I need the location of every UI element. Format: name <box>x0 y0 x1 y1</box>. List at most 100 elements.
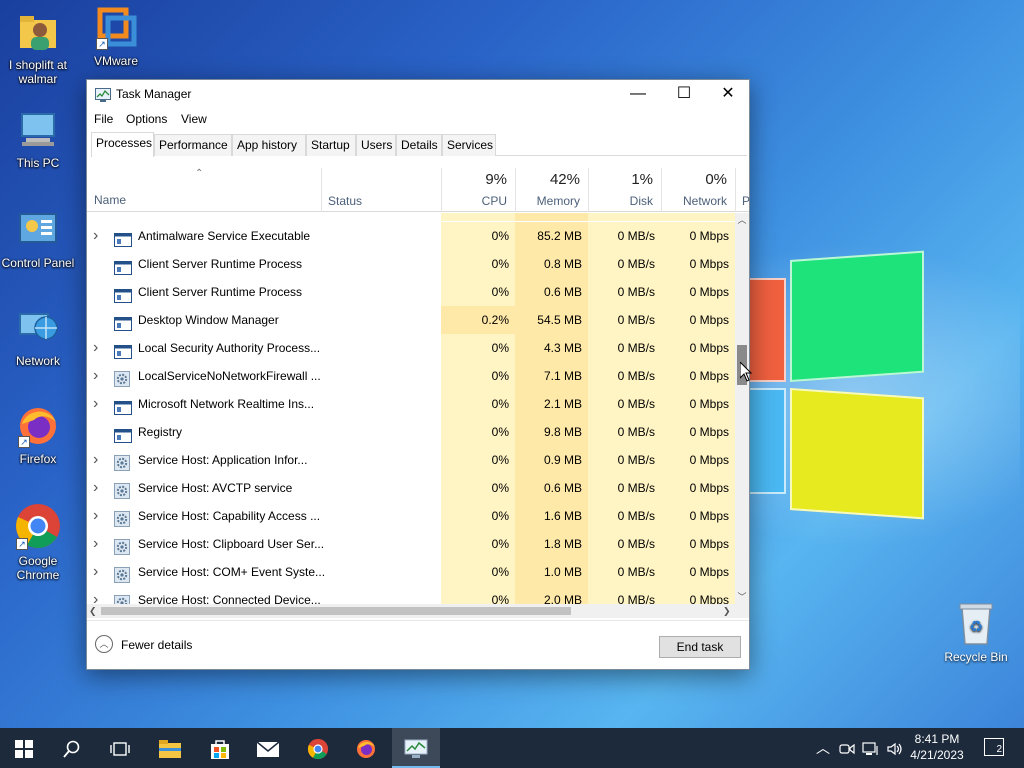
menu-options[interactable]: Options <box>126 112 167 126</box>
desktop-icon-chrome[interactable]: ↗ Google Chrome <box>0 502 76 582</box>
disk-value: 0 MB/s <box>588 418 661 446</box>
scroll-up-icon[interactable]: ︿ <box>735 213 749 227</box>
tab-performance[interactable]: Performance <box>154 134 232 156</box>
network-value: 0 Mbps <box>661 530 735 558</box>
desktop-icon-recycle-bin[interactable]: ♻ Recycle Bin <box>938 600 1014 664</box>
tab-processes[interactable]: Processes <box>91 132 154 157</box>
table-row[interactable]: › Service Host: Connected Device... 0% 2.0 … <box>87 586 735 604</box>
process-name: Local Security Authority Process... <box>138 341 321 355</box>
table-row[interactable]: › Service Host: Capability Access ... 0% 1.… <box>87 502 735 530</box>
file-explorer-icon[interactable] <box>146 728 194 768</box>
menu-file[interactable]: File <box>94 112 113 126</box>
expand-chevron-right-icon[interactable]: › <box>93 222 105 250</box>
expand-chevron-right-icon[interactable]: › <box>93 362 105 390</box>
tab-users[interactable]: Users <box>356 134 396 156</box>
desktop-icon-vmware[interactable]: ↗ VMware <box>78 6 154 68</box>
tab-strip: Processes Performance App history Startu… <box>91 132 747 157</box>
desktop-icon-network[interactable]: Network <box>0 306 76 368</box>
mail-icon[interactable] <box>244 728 292 768</box>
table-row[interactable]: › Service Host: AVCTP service 0% 0.6 MB 0 MB… <box>87 474 735 502</box>
table-row-partial <box>87 213 735 221</box>
expand-chevron-right-icon[interactable]: › <box>93 334 105 362</box>
task-manager-icon <box>95 88 111 102</box>
task-view-icon[interactable] <box>96 728 144 768</box>
gear-icon <box>114 481 132 499</box>
memory-value: 2.1 MB <box>515 390 588 418</box>
tab-details[interactable]: Details <box>396 134 442 156</box>
gear-icon <box>114 509 132 527</box>
table-row[interactable]: Registry 0% 9.8 MB 0 MB/s 0 Mbps <box>87 418 735 446</box>
desktop-icon-user-folder[interactable]: I shoplift at walmar <box>0 10 76 86</box>
horizontal-scroll-thumb[interactable] <box>101 607 571 615</box>
title-bar[interactable]: Task Manager — ☐ ✕ <box>87 80 749 110</box>
expand-chevron-right-icon[interactable]: › <box>93 558 105 586</box>
table-row[interactable]: › Service Host: Clipboard User Ser... 0% 1.… <box>87 530 735 558</box>
chevron-up-circle-icon[interactable]: ︿ <box>95 635 113 653</box>
table-row[interactable]: › Service Host: Application Infor... 0% 0.9… <box>87 446 735 474</box>
table-row[interactable]: › Antimalware Service Executable 0% 85.2 MB… <box>87 222 735 250</box>
table-row[interactable]: › Microsoft Network Realtime Ins... 0% 2.1 … <box>87 390 735 418</box>
expand-chevron-right-icon[interactable]: › <box>93 446 105 474</box>
shortcut-arrow-icon: ↗ <box>18 436 30 448</box>
expand-chevron-right-icon[interactable]: › <box>93 390 105 418</box>
vertical-scrollbar[interactable]: ︿ ﹀ <box>735 213 749 604</box>
process-name: Registry <box>138 425 183 439</box>
desktop-icon-label: I shoplift at walmar <box>8 58 68 86</box>
tab-app-history[interactable]: App history <box>232 134 306 156</box>
table-row[interactable]: Client Server Runtime Process 0% 0.6 MB 0 M… <box>87 278 735 306</box>
column-header-network[interactable]: 0% Network <box>661 168 735 212</box>
clock-date: 4/21/2023 <box>910 748 964 762</box>
search-icon[interactable] <box>48 728 96 768</box>
table-row[interactable]: › LocalServiceNoNetworkFirewall ... 0% 7.1 … <box>87 362 735 390</box>
expand-chevron-right-icon[interactable]: › <box>93 530 105 558</box>
volume-icon[interactable] <box>884 728 906 768</box>
table-row[interactable]: Desktop Window Manager 0.2% 54.5 MB 0 MB/s 0… <box>87 306 735 334</box>
horizontal-scrollbar[interactable]: ❮ ❯ <box>87 604 749 618</box>
column-header-name[interactable]: Name <box>94 193 126 207</box>
network-value: 0 Mbps <box>661 446 735 474</box>
expand-chevron-right-icon[interactable]: › <box>93 586 105 604</box>
process-name: LocalServiceNoNetworkFirewall ... <box>138 369 321 383</box>
end-task-button[interactable]: End task <box>659 636 741 658</box>
memory-value: 0.6 MB <box>515 278 588 306</box>
store-icon[interactable] <box>196 728 244 768</box>
disk-value: 0 MB/s <box>588 362 661 390</box>
desktop-icon-control-panel[interactable]: Control Panel <box>0 208 76 270</box>
table-row[interactable]: › Local Security Authority Process... 0% 4.… <box>87 334 735 362</box>
notification-center-icon[interactable]: 2 <box>984 738 1004 756</box>
minimize-button[interactable]: — <box>615 80 661 110</box>
task-manager-taskbar-icon[interactable] <box>392 728 440 768</box>
column-header-disk[interactable]: 1% Disk <box>588 168 661 212</box>
column-header-power-partial[interactable]: P <box>735 168 750 212</box>
network-value: 0 Mbps <box>661 250 735 278</box>
expand-chevron-right-icon[interactable]: › <box>93 474 105 502</box>
table-row[interactable]: Client Server Runtime Process 0% 0.8 MB 0 M… <box>87 250 735 278</box>
disk-value: 0 MB/s <box>588 502 661 530</box>
scroll-left-icon[interactable]: ❮ <box>89 604 97 618</box>
tab-startup[interactable]: Startup <box>306 134 356 156</box>
expand-chevron-right-icon[interactable]: › <box>93 502 105 530</box>
network-status-icon[interactable] <box>860 728 882 768</box>
fewer-details-link[interactable]: Fewer details <box>121 638 192 652</box>
scroll-right-icon[interactable]: ❯ <box>723 604 731 618</box>
start-icon[interactable] <box>0 728 48 768</box>
menu-view[interactable]: View <box>181 112 207 126</box>
cpu-label: CPU <box>481 194 507 208</box>
tab-services[interactable]: Services <box>442 134 496 156</box>
table-row[interactable]: › Service Host: COM+ Event Syste... 0% 1.0 … <box>87 558 735 586</box>
system-clock[interactable]: 8:41 PM 4/21/2023 <box>904 731 970 763</box>
maximize-button[interactable]: ☐ <box>661 80 707 110</box>
disk-total-percent: 1% <box>631 171 653 188</box>
column-header-memory[interactable]: 42% Memory <box>515 168 588 212</box>
desktop-icon-firefox[interactable]: ↗ Firefox <box>0 404 76 466</box>
column-header-cpu[interactable]: 9% CPU <box>441 168 515 212</box>
desktop-icon-this-pc[interactable]: This PC <box>0 108 76 170</box>
scroll-down-icon[interactable]: ﹀ <box>735 590 749 604</box>
column-header-status-cell[interactable]: Status <box>321 168 441 212</box>
close-button[interactable]: ✕ <box>705 80 751 110</box>
show-hidden-icons-chevron-up-icon[interactable]: ︿ <box>812 728 834 768</box>
chrome-icon[interactable] <box>294 728 342 768</box>
firefox-icon[interactable] <box>342 728 390 768</box>
meet-now-icon[interactable] <box>836 728 858 768</box>
memory-value: 7.1 MB <box>515 362 588 390</box>
